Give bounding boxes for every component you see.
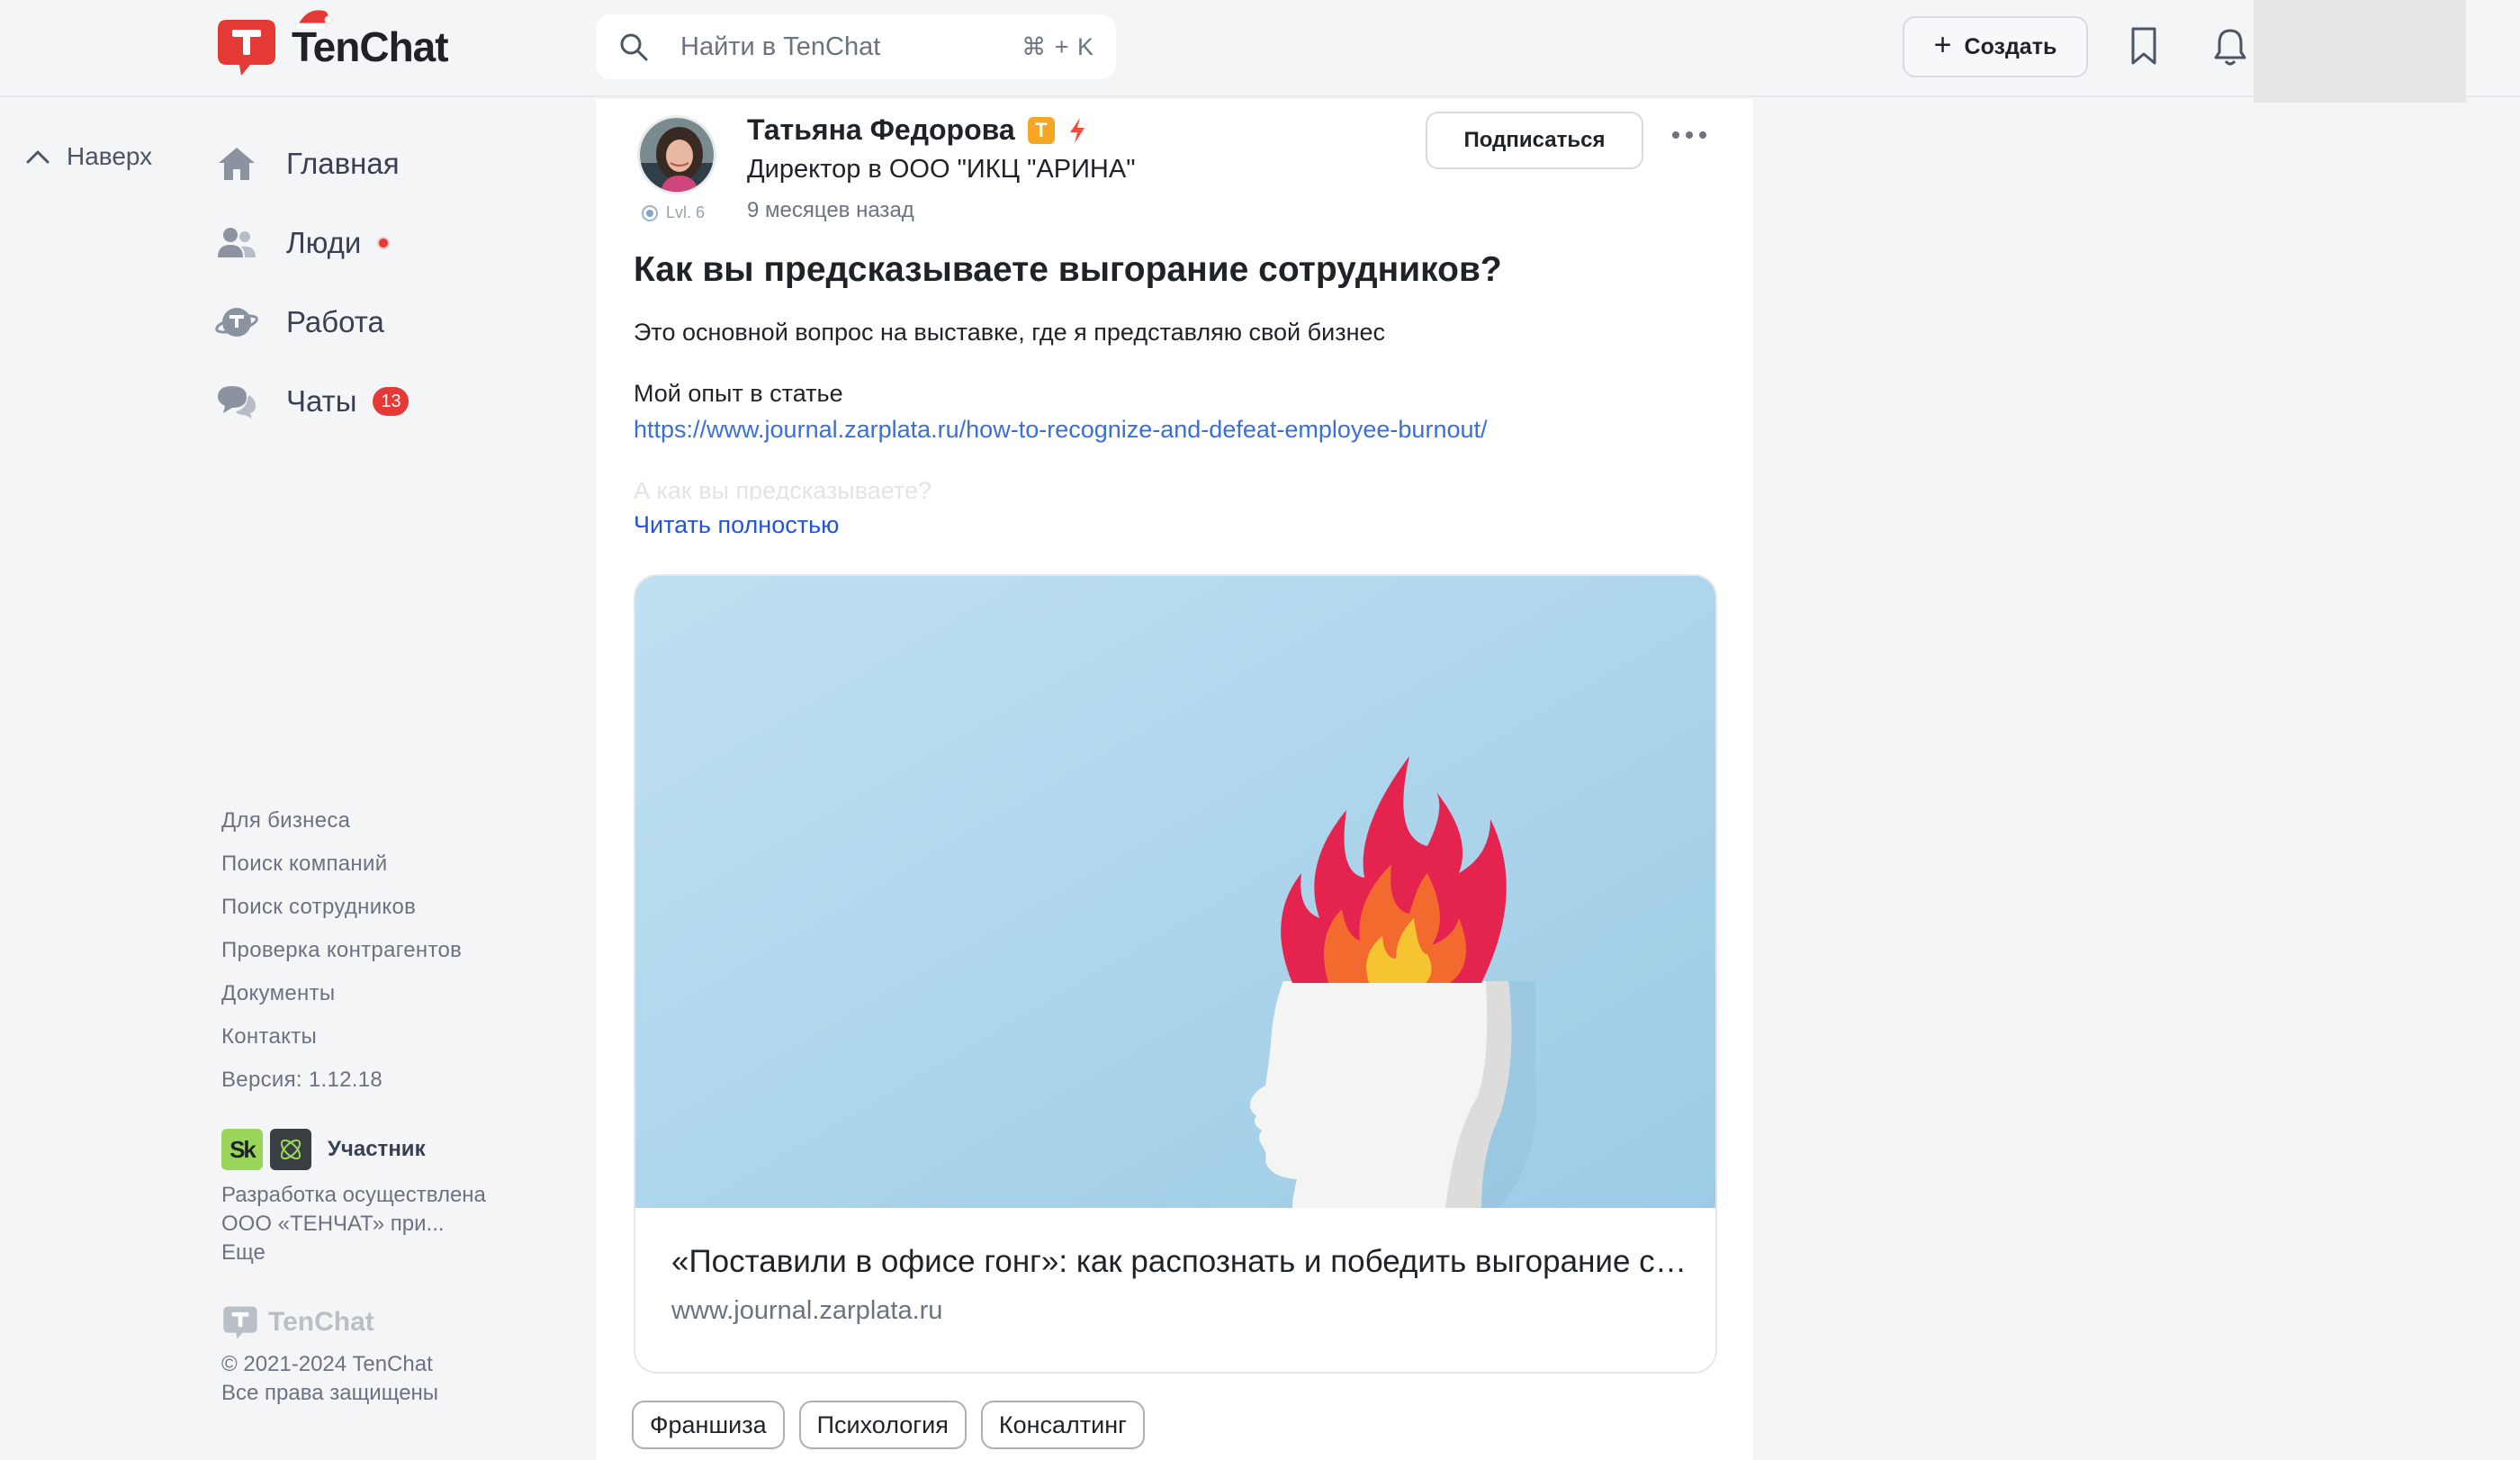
author-level: Lvl. 6 xyxy=(641,203,705,222)
footer-brand-name: TenChat xyxy=(268,1307,374,1337)
copyright-line: Все права защищены xyxy=(221,1381,439,1405)
skolkovo-logo: Sk xyxy=(221,1129,263,1170)
sidebar-item-label: Чаты xyxy=(286,384,357,418)
sidebar-item-label: Работа xyxy=(286,305,384,338)
footer-link-contacts[interactable]: Контакты xyxy=(221,1015,462,1059)
atom-icon xyxy=(270,1129,311,1170)
author-name[interactable]: Татьяна Федорова T xyxy=(747,113,1087,147)
more-options-icon[interactable] xyxy=(1672,131,1706,139)
back-to-top-button[interactable]: Наверх xyxy=(25,142,152,171)
sidebar-item-chats[interactable]: Чаты 13 xyxy=(214,362,410,441)
chat-icon xyxy=(214,379,259,424)
back-to-top-label: Наверх xyxy=(67,142,153,170)
footer-link-documents[interactable]: Документы xyxy=(221,972,462,1015)
author-name-text: Татьяна Федорова xyxy=(747,113,1015,146)
read-more-link[interactable]: Читать полностью xyxy=(634,511,839,539)
post-paragraph: Это основной вопрос на выставке, где я п… xyxy=(634,319,1385,346)
post-timestamp: 9 месяцев назад xyxy=(747,198,914,222)
copyright: © 2021-2024 TenChat Все права защищены xyxy=(221,1350,438,1408)
sidebar-item-label: Люди xyxy=(286,226,362,259)
post-card: Lvl. 6 Татьяна Федорова T Директор в ООО… xyxy=(596,99,1753,1460)
create-button-label: Создать xyxy=(1964,33,2057,59)
subscribe-button[interactable]: Подписаться xyxy=(1426,112,1643,169)
tag-psychology[interactable]: Психология xyxy=(798,1401,967,1449)
unread-count-badge: 13 xyxy=(373,387,410,416)
search-icon xyxy=(620,33,648,61)
footer-links: Для бизнеса Поиск компаний Поиск сотрудн… xyxy=(221,799,462,1102)
bookmark-icon[interactable] xyxy=(2128,25,2160,68)
chevron-up-icon xyxy=(26,150,50,164)
create-button[interactable]: + Создать xyxy=(1903,16,2088,77)
development-more-link[interactable]: Еще xyxy=(221,1239,518,1267)
verified-t-badge: T xyxy=(1027,116,1055,144)
sidebar-nav: Главная Люди Работа Чаты 13 xyxy=(214,124,410,441)
tenchat-logo-icon xyxy=(223,1306,257,1339)
people-icon xyxy=(214,221,259,266)
preview-image xyxy=(635,576,1715,1208)
footer-link-employee-search[interactable]: Поиск сотрудников xyxy=(221,886,462,929)
post-tags: Франшиза Психология Консалтинг xyxy=(632,1401,1145,1449)
level-label: Lvl. 6 xyxy=(666,203,706,221)
development-note: Разработка осуществлена ООО «ТЕНЧАТ» при… xyxy=(221,1181,518,1267)
sidebar-item-home[interactable]: Главная xyxy=(214,124,409,203)
footer-link-company-search[interactable]: Поиск компаний xyxy=(221,843,462,886)
search-shortcut: ⌘ + K xyxy=(1022,32,1094,60)
version-text: Версия: 1.12.18 xyxy=(221,1068,383,1092)
copyright-line: © 2021-2024 TenChat xyxy=(221,1352,433,1376)
tenchat-logo[interactable]: TenChat xyxy=(214,10,449,79)
preview-domain: www.journal.zarplata.ru xyxy=(671,1296,943,1325)
footer-link-business[interactable]: Для бизнеса xyxy=(221,799,462,843)
dot xyxy=(1672,131,1679,139)
author-position: Директор в ООО "ИКЦ "АРИНА" xyxy=(747,155,1136,184)
level-icon xyxy=(642,204,658,221)
author-avatar[interactable] xyxy=(637,115,716,194)
top-header: TenChat Найти в TenChat ⌘ + K + Создать xyxy=(0,0,2520,103)
tag-franchise[interactable]: Франшиза xyxy=(632,1401,785,1449)
work-icon xyxy=(214,300,259,345)
development-note-line: Разработка осуществлена xyxy=(221,1183,486,1207)
sidebar-item-people[interactable]: Люди xyxy=(214,203,409,283)
sidebar-item-work[interactable]: Работа xyxy=(214,283,409,362)
notification-dot xyxy=(377,237,391,249)
post-article-link[interactable]: https://www.journal.zarplata.ru/how-to-r… xyxy=(634,416,1488,444)
link-preview-card[interactable]: «Поставили в офисе гонг»: как распознать… xyxy=(634,574,1717,1374)
post-paragraph: Мой опыт в статье xyxy=(634,380,843,407)
search-placeholder: Найти в TenChat xyxy=(680,32,881,61)
dot xyxy=(1699,131,1706,139)
footer-logo: TenChat xyxy=(221,1303,374,1341)
tenchat-logo-icon xyxy=(218,20,275,76)
post-title: Как вы предсказываете выгорание сотрудни… xyxy=(634,250,1502,289)
tag-consulting[interactable]: Консалтинг xyxy=(980,1401,1145,1449)
dot xyxy=(1686,131,1693,139)
preview-title: «Поставили в офисе гонг»: как распознать… xyxy=(671,1244,1688,1279)
sidebar-item-label: Главная xyxy=(286,147,400,180)
plus-icon: + xyxy=(1933,28,1952,62)
skolkovo-label: Участник xyxy=(328,1137,426,1161)
skolkovo-badge: Sk Участник xyxy=(221,1129,426,1170)
profile-area[interactable] xyxy=(2254,0,2466,103)
search-input[interactable]: Найти в TenChat ⌘ + K xyxy=(596,14,1116,79)
development-note-line: ООО «ТЕНЧАТ» при... xyxy=(221,1212,445,1236)
post-faded-text: А как вы предсказываете? xyxy=(634,477,932,500)
santa-hat-icon xyxy=(294,10,333,31)
home-icon xyxy=(214,141,259,186)
lightning-icon xyxy=(1069,117,1084,143)
bell-icon[interactable] xyxy=(2212,25,2248,68)
footer-link-counterparty-check[interactable]: Проверка контрагентов xyxy=(221,929,462,972)
